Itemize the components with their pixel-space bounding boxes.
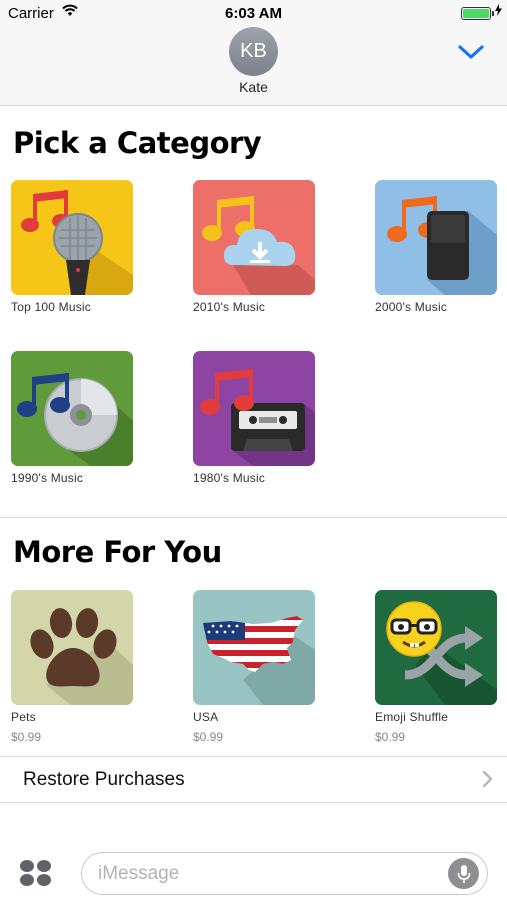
category-tile-2010s[interactable]: 2010's Music	[193, 180, 315, 314]
product-tile-usa[interactable]: USA $0.99	[193, 590, 315, 744]
more-for-you-title: More For You	[13, 535, 222, 569]
charging-bolt-icon	[495, 4, 502, 19]
cassette-music-icon	[193, 351, 315, 466]
imessage-field[interactable]	[81, 852, 488, 895]
restore-purchases-label: Restore Purchases	[23, 769, 185, 790]
category-label: 1990's Music	[11, 471, 84, 485]
app-drawer-icon[interactable]	[19, 858, 53, 888]
cd-music-icon	[11, 351, 133, 466]
microphone-icon[interactable]	[448, 858, 479, 889]
section-divider	[0, 802, 507, 803]
messages-header: Carrier 6:03 AM KB Kate	[0, 0, 507, 106]
contact-avatar[interactable]: KB	[229, 27, 278, 76]
chevron-right-icon	[482, 770, 493, 793]
status-bar: Carrier 6:03 AM	[0, 0, 507, 26]
category-tile-1990s[interactable]: 1990's Music	[11, 351, 133, 485]
usa-flag-map-icon	[193, 590, 315, 705]
product-price: $0.99	[375, 730, 406, 744]
product-label: Emoji Shuffle	[375, 710, 449, 724]
cloud-download-music-icon	[193, 180, 315, 295]
message-input[interactable]	[98, 862, 438, 886]
section-divider	[0, 517, 507, 518]
paw-print-icon	[11, 590, 133, 705]
product-price: $0.99	[193, 730, 224, 744]
category-label: 2010's Music	[193, 300, 266, 314]
category-label: 1980's Music	[193, 471, 266, 485]
product-label: Pets	[11, 710, 36, 724]
product-price: $0.99	[11, 730, 42, 744]
category-tile-1980s[interactable]: 1980's Music	[193, 351, 315, 485]
contact-name[interactable]: Kate	[0, 79, 507, 95]
nerd-emoji-shuffle-icon	[375, 590, 497, 705]
restore-purchases-row[interactable]: Restore Purchases	[0, 757, 507, 802]
microphone-music-icon	[11, 180, 133, 295]
collapse-chevron-icon[interactable]	[456, 42, 486, 62]
product-label: USA	[193, 710, 219, 724]
status-time: 6:03 AM	[225, 5, 282, 22]
pick-category-title: Pick a Category	[13, 126, 262, 160]
category-tile-2000s[interactable]: 2000's Music	[375, 180, 497, 314]
mp3-player-music-icon	[375, 180, 497, 295]
battery-icon	[461, 7, 494, 20]
category-label: Top 100 Music	[11, 300, 91, 314]
category-tile-top-100[interactable]: Top 100 Music	[11, 180, 133, 314]
product-tile-pets[interactable]: Pets $0.99	[11, 590, 133, 744]
category-label: 2000's Music	[375, 300, 448, 314]
avatar-initials: KB	[240, 40, 267, 62]
product-tile-emoji-shuffle[interactable]: Emoji Shuffle $0.99	[375, 590, 497, 744]
